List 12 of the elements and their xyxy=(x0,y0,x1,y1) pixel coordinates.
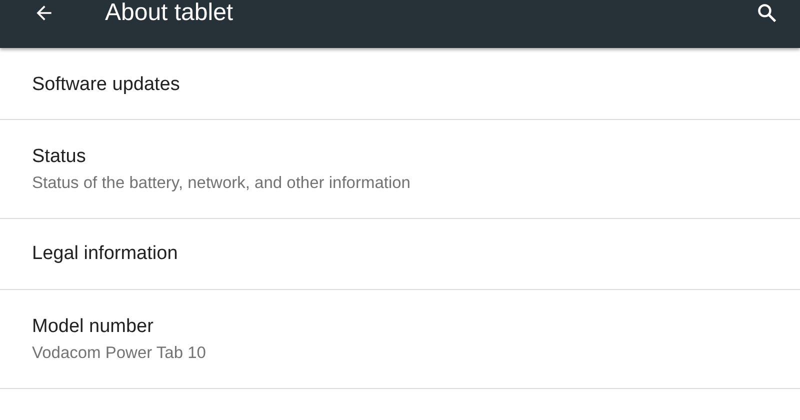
item-summary: Status of the battery, network, and other information xyxy=(32,174,410,192)
item-title: Legal information xyxy=(32,243,178,265)
settings-item[interactable]: Software updates xyxy=(0,50,800,120)
settings-item[interactable]: Status Status of the battery, network, and other information xyxy=(0,120,800,219)
search-icon[interactable] xyxy=(756,2,778,24)
item-title: Model number xyxy=(32,316,154,338)
item-title: Status xyxy=(32,146,86,168)
settings-item[interactable]: Model number Vodacom Power Tab 10 xyxy=(0,290,800,389)
screen-title: About tablet xyxy=(105,0,234,27)
settings-item[interactable]: Legal information xyxy=(0,219,800,290)
item-summary: Vodacom Power Tab 10 xyxy=(32,344,206,362)
item-title: Software updates xyxy=(32,74,180,96)
